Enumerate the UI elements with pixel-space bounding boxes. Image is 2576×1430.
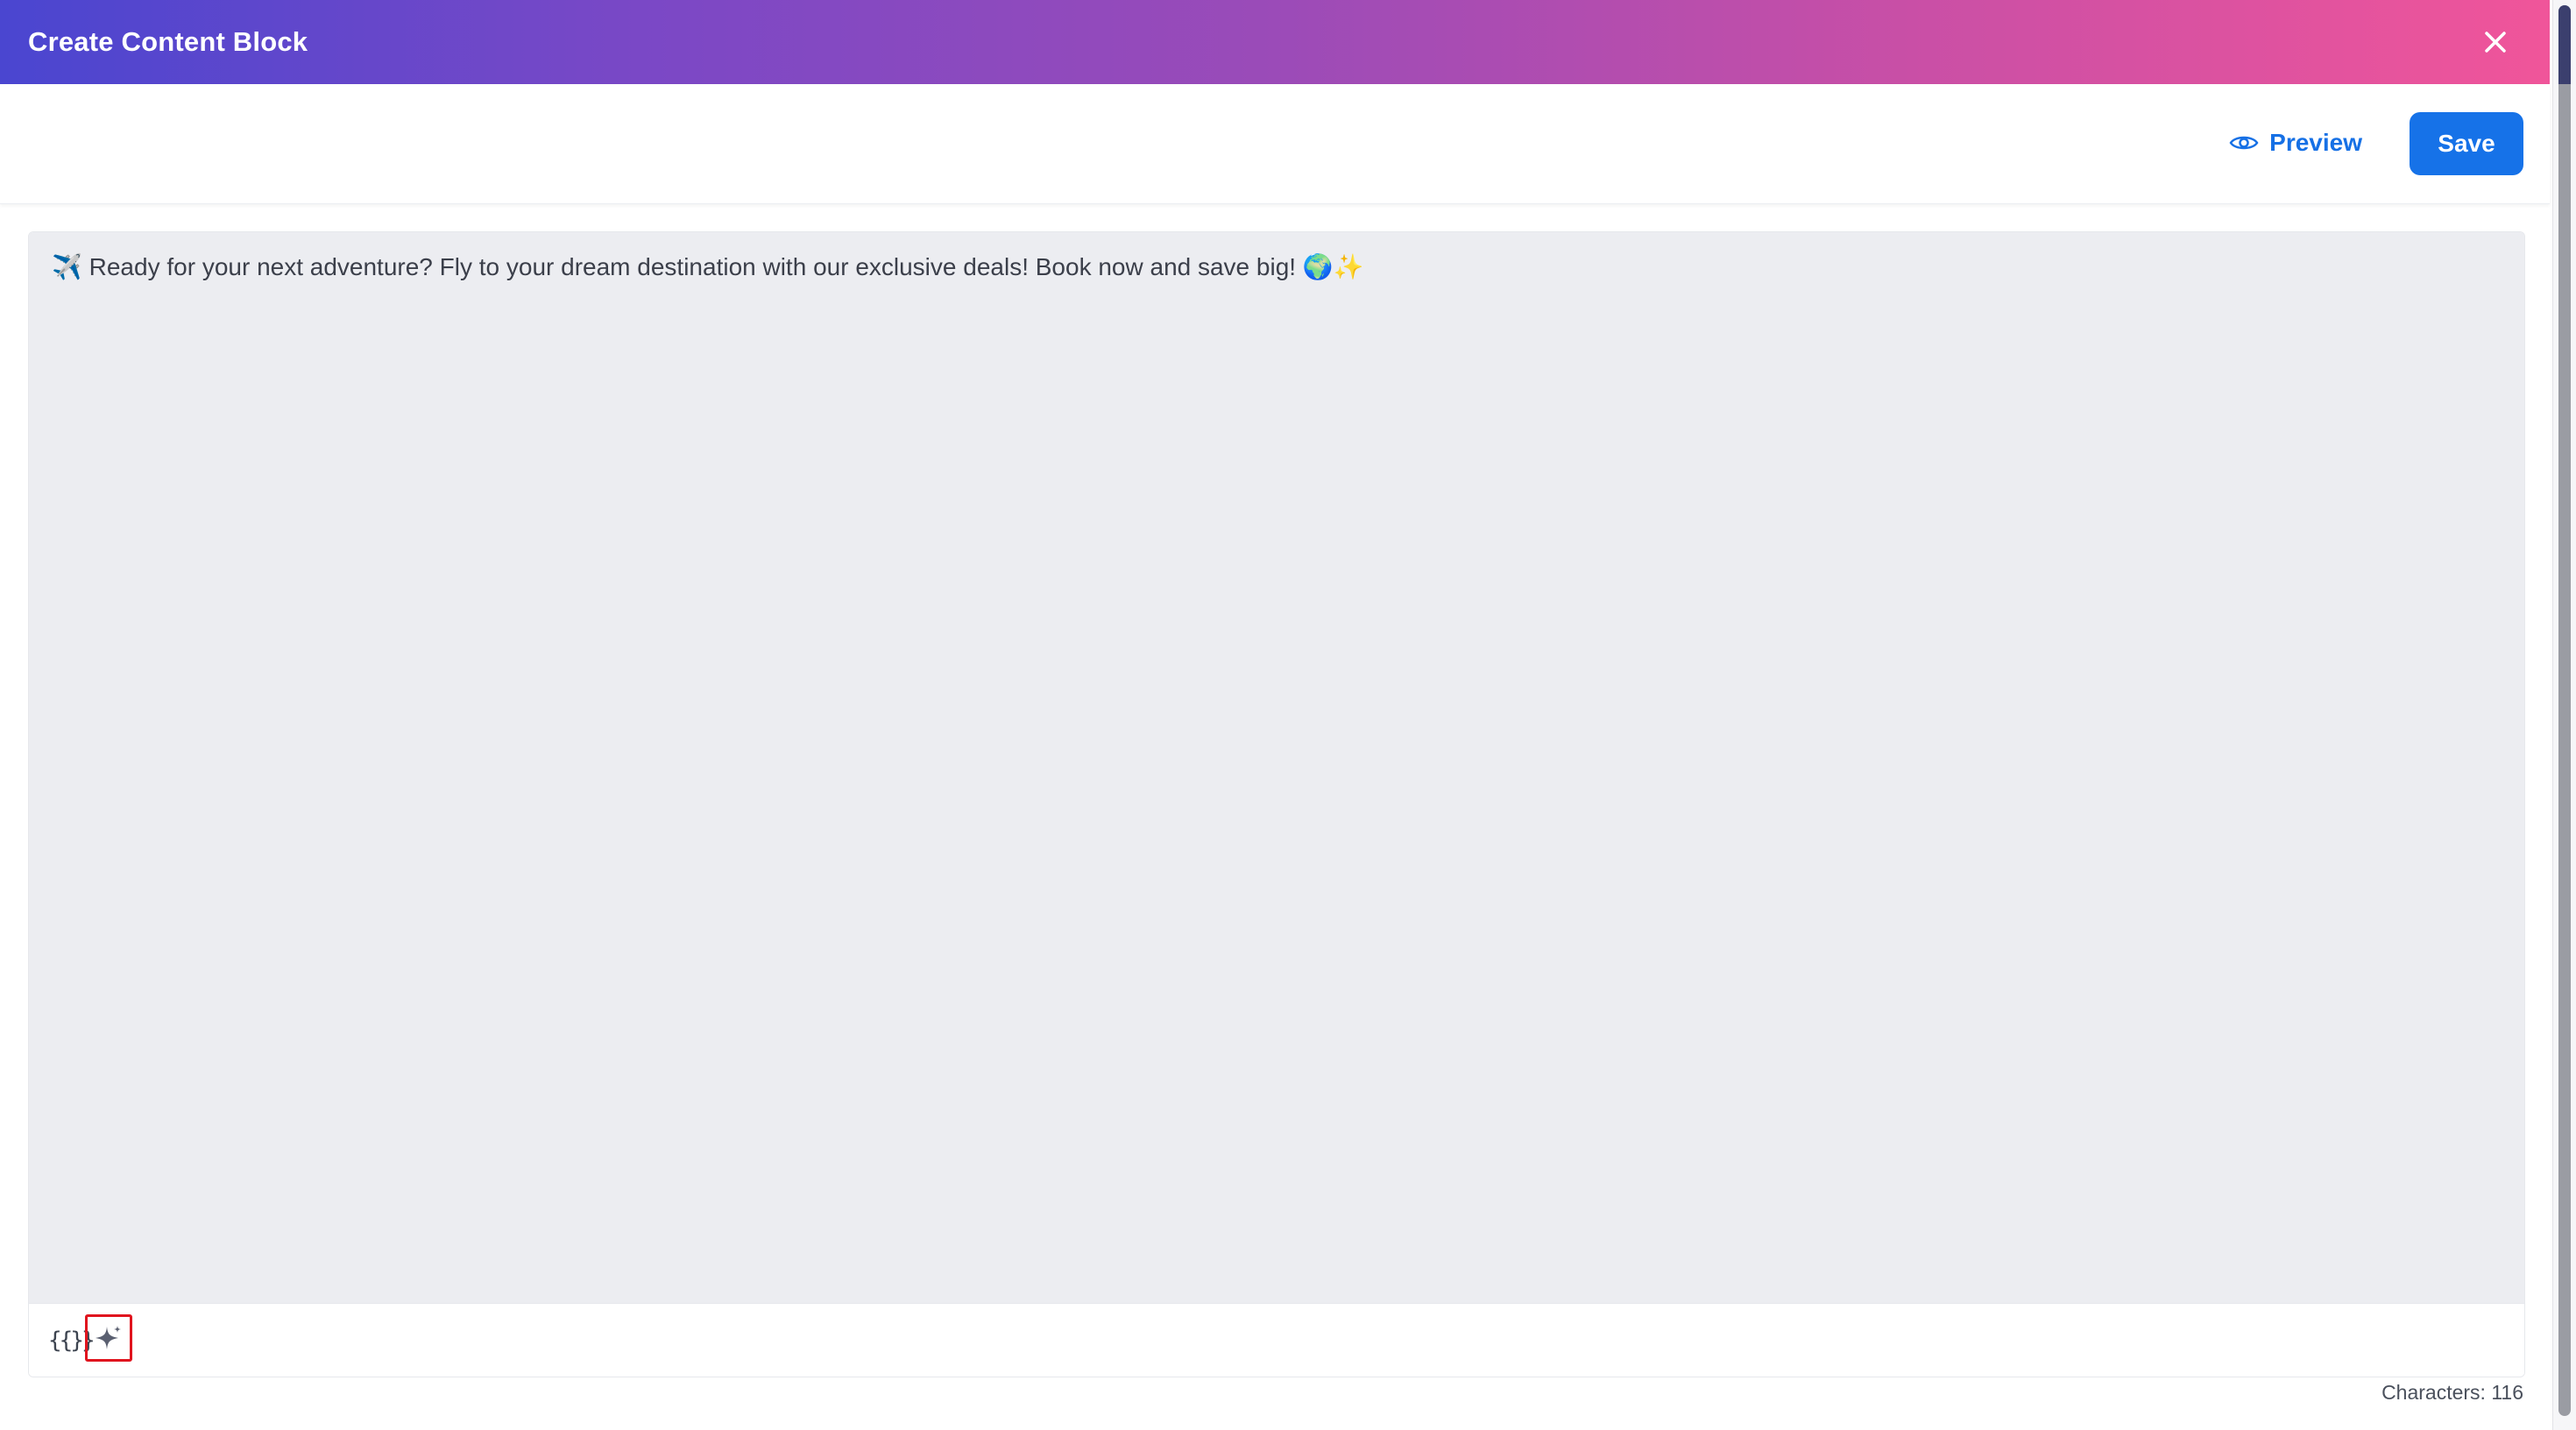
ai-assist-button[interactable] [85, 1314, 132, 1362]
scrollbar-thumb-top [2558, 5, 2571, 84]
preview-button[interactable]: Preview [2229, 112, 2362, 173]
editor-footer: {{}} [29, 1303, 2524, 1377]
page-scrollbar[interactable] [2552, 0, 2576, 1430]
eye-icon [2229, 136, 2259, 150]
scrollbar-thumb[interactable] [2558, 5, 2571, 1416]
sparkle-icon [96, 1326, 121, 1349]
modal-header: Create Content Block [0, 0, 2550, 84]
preview-label: Preview [2269, 129, 2362, 156]
editor-textarea[interactable]: ✈️ Ready for your next adventure? Fly to… [29, 232, 2524, 1303]
character-count: Characters: 116 [2381, 1381, 2523, 1404]
modal-title: Create Content Block [28, 26, 308, 57]
close-button[interactable] [2476, 23, 2515, 61]
save-button[interactable]: Save [2410, 112, 2523, 175]
close-icon [2485, 32, 2506, 53]
action-toolbar: Preview Save [0, 84, 2550, 204]
content-editor: ✈️ Ready for your next adventure? Fly to… [28, 231, 2525, 1377]
